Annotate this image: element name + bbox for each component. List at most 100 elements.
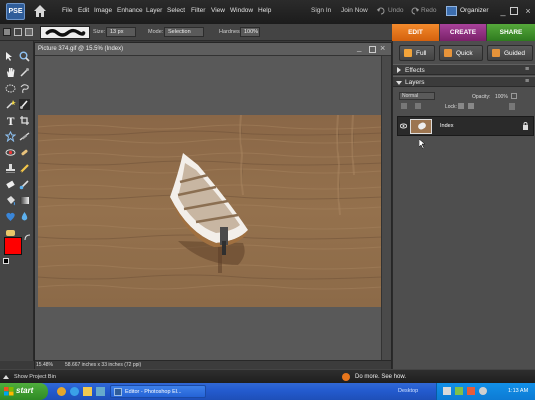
hardness-field[interactable]: 100% bbox=[240, 27, 260, 37]
move-tool-icon[interactable] bbox=[5, 51, 16, 62]
menu-help[interactable]: Help bbox=[258, 7, 271, 14]
show-project-bin-button[interactable]: Show Project Bin bbox=[14, 374, 56, 380]
undo-button[interactable]: Undo bbox=[388, 7, 404, 14]
adjustment-layer-icon[interactable] bbox=[415, 103, 421, 109]
organizer-button[interactable]: Organizer bbox=[446, 5, 489, 18]
delete-layer-icon[interactable] bbox=[509, 103, 515, 110]
lock-label: Lock: bbox=[445, 104, 457, 110]
crop-tool-icon[interactable] bbox=[19, 115, 30, 126]
foreground-color-swatch[interactable] bbox=[4, 237, 22, 255]
tray-app-icon[interactable] bbox=[467, 387, 475, 395]
clone-stamp-tool-icon[interactable] bbox=[5, 163, 16, 174]
sign-in-link[interactable]: Sign In bbox=[311, 7, 331, 14]
add-selection-icon[interactable] bbox=[25, 28, 33, 36]
menu-filter[interactable]: Filter bbox=[191, 7, 205, 14]
zoom-field[interactable]: 15.48% bbox=[36, 362, 56, 369]
tray-volume-icon[interactable] bbox=[479, 387, 487, 395]
home-icon[interactable] bbox=[33, 4, 47, 18]
effects-panel-header[interactable]: Effects ≡ bbox=[393, 64, 535, 75]
brush-preview[interactable] bbox=[40, 26, 90, 39]
bin-arrow-icon[interactable] bbox=[3, 374, 9, 380]
canvas-area[interactable] bbox=[35, 56, 382, 362]
straighten-tool-icon[interactable] bbox=[19, 131, 30, 142]
swap-colors-icon[interactable] bbox=[24, 234, 31, 241]
undo-icon[interactable] bbox=[377, 7, 385, 15]
eraser-tool-icon[interactable] bbox=[5, 179, 16, 190]
menu-enhance[interactable]: Enhance bbox=[117, 7, 143, 14]
default-colors-icon[interactable] bbox=[3, 258, 9, 264]
tray-security-icon[interactable] bbox=[455, 387, 463, 395]
menu-layer[interactable]: Layer bbox=[146, 7, 162, 14]
tool-preset-icon[interactable] bbox=[3, 28, 11, 36]
lock-all-icon[interactable] bbox=[468, 103, 474, 109]
minimize-icon[interactable]: _ bbox=[498, 6, 508, 16]
desktop-toolbar-label[interactable]: Desktop bbox=[398, 388, 418, 394]
doc-minimize-icon[interactable]: _ bbox=[357, 44, 365, 53]
tab-quick-fix[interactable]: Quick bbox=[439, 45, 483, 61]
layers-menu-icon[interactable]: ≡ bbox=[525, 78, 529, 85]
menu-edit[interactable]: Edit bbox=[78, 7, 89, 14]
new-layer-icon[interactable] bbox=[401, 103, 407, 109]
gradient-tool-icon[interactable] bbox=[19, 195, 30, 206]
maximize-icon[interactable] bbox=[510, 7, 518, 15]
document-info[interactable]: 58.667 inches x 33 inches (72 ppi) bbox=[65, 362, 141, 368]
quicklaunch-app-icon[interactable] bbox=[96, 387, 105, 396]
photo-canvas[interactable] bbox=[38, 115, 382, 307]
menu-select[interactable]: Select bbox=[167, 7, 185, 14]
mode-dropdown[interactable]: Selection bbox=[164, 27, 204, 37]
zoom-tool-icon[interactable] bbox=[19, 51, 30, 62]
taskbar-photoshop-button[interactable]: Editor - Photoshop El... bbox=[110, 385, 206, 398]
layer-name[interactable]: Index bbox=[440, 123, 453, 129]
healing-brush-tool-icon[interactable] bbox=[19, 147, 30, 158]
vertical-scrollbar[interactable] bbox=[381, 56, 391, 362]
menu-window[interactable]: Window bbox=[230, 7, 253, 14]
menu-file[interactable]: File bbox=[62, 7, 72, 14]
opacity-field[interactable]: 100% bbox=[495, 94, 508, 100]
quicklaunch-ie-icon[interactable] bbox=[70, 387, 79, 396]
magic-wand-tool-icon[interactable] bbox=[5, 99, 16, 110]
red-eye-tool-icon[interactable] bbox=[5, 147, 16, 158]
brush-tool-icon[interactable] bbox=[19, 179, 30, 190]
doc-close-icon[interactable]: × bbox=[380, 44, 388, 53]
menu-image[interactable]: Image bbox=[94, 7, 112, 14]
shape-tool-icon[interactable] bbox=[5, 211, 16, 222]
eyedropper-tool-icon[interactable] bbox=[19, 67, 30, 78]
tab-create[interactable]: CREATE bbox=[440, 24, 486, 41]
lock-transparent-icon[interactable] bbox=[458, 103, 464, 109]
panel-menu-icon[interactable]: ≡ bbox=[525, 66, 529, 73]
pencil-tool-icon[interactable] bbox=[19, 163, 30, 174]
join-now-link[interactable]: Join Now bbox=[341, 7, 368, 14]
quicklaunch-folder-icon[interactable] bbox=[83, 387, 92, 396]
marquee-tool-icon[interactable] bbox=[5, 83, 16, 94]
tab-share[interactable]: SHARE bbox=[487, 24, 535, 41]
selection-brush-tool-icon[interactable] bbox=[19, 99, 30, 110]
blend-mode-dropdown[interactable]: Normal bbox=[399, 92, 435, 100]
blur-tool-icon[interactable] bbox=[19, 211, 30, 222]
tab-full-edit[interactable]: Full bbox=[399, 45, 435, 61]
lasso-tool-icon[interactable] bbox=[19, 83, 30, 94]
new-selection-icon[interactable] bbox=[14, 28, 22, 36]
tray-network-icon[interactable] bbox=[443, 387, 451, 395]
document-title-bar[interactable]: Picture 374.gif @ 15.5% (Index) _ × bbox=[35, 43, 391, 56]
layers-panel-header[interactable]: Layers ≡ bbox=[393, 76, 535, 87]
layer-row[interactable]: Index bbox=[397, 116, 534, 136]
hand-tool-icon[interactable] bbox=[5, 67, 16, 78]
start-button[interactable]: start bbox=[0, 383, 48, 400]
do-more-link[interactable]: Do more. See how. bbox=[355, 374, 406, 380]
size-field[interactable]: 13 px bbox=[106, 27, 136, 37]
opacity-slider-icon[interactable] bbox=[511, 93, 517, 99]
close-icon[interactable]: × bbox=[523, 6, 533, 16]
quicklaunch-browser-icon[interactable] bbox=[57, 387, 66, 396]
pse-task-icon bbox=[114, 388, 122, 396]
tab-guided-edit[interactable]: Guided bbox=[487, 45, 533, 61]
tab-edit[interactable]: EDIT bbox=[392, 24, 439, 41]
paint-bucket-tool-icon[interactable] bbox=[5, 195, 16, 206]
menu-view[interactable]: View bbox=[211, 7, 225, 14]
redo-icon[interactable] bbox=[411, 7, 419, 15]
clock[interactable]: 1:13 AM bbox=[508, 388, 528, 394]
redo-button[interactable]: Redo bbox=[421, 7, 437, 14]
visibility-eye-icon[interactable] bbox=[400, 123, 407, 129]
doc-maximize-icon[interactable] bbox=[369, 46, 376, 53]
type-tool-icon[interactable]: T bbox=[5, 115, 16, 126]
cookie-cutter-tool-icon[interactable] bbox=[5, 131, 16, 142]
